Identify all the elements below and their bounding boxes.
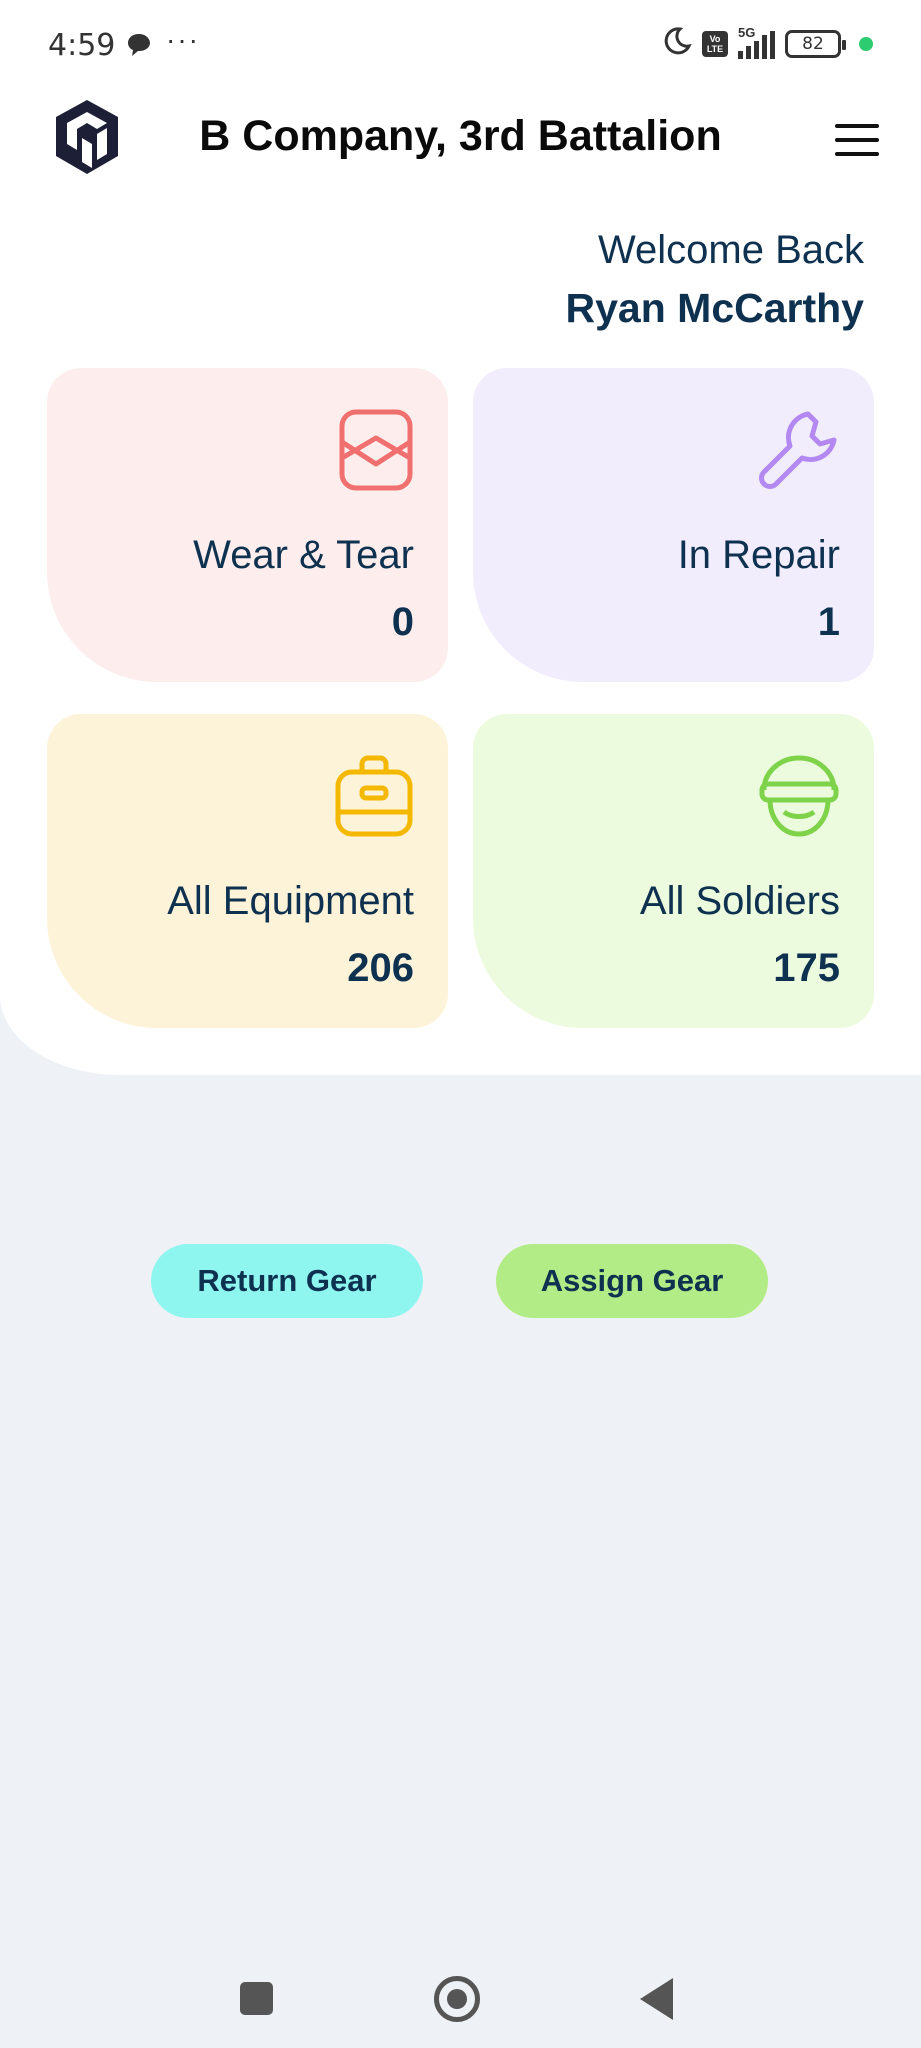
app-header: B Company, 3rd Battalion xyxy=(0,90,921,190)
helmet-icon xyxy=(758,754,840,843)
home-icon[interactable] xyxy=(434,1976,480,2022)
moon-icon xyxy=(662,26,692,61)
assign-gear-button[interactable]: Assign Gear xyxy=(496,1244,768,1318)
user-name: Ryan McCarthy xyxy=(565,285,864,331)
system-nav-bar xyxy=(0,1950,921,2048)
status-indicators: Vo LTE 5G 82 xyxy=(662,25,873,61)
card-in-repair[interactable]: In Repair 1 xyxy=(473,368,874,682)
card-count: 1 xyxy=(817,600,840,644)
signal-icon: 5G xyxy=(738,25,775,59)
battery-icon: 82 xyxy=(785,29,846,58)
dashboard-panel: B Company, 3rd Battalion Welcome Back Ry… xyxy=(0,90,921,1075)
recent-apps-icon[interactable] xyxy=(240,1982,273,2015)
wear-tear-icon xyxy=(338,408,414,497)
welcome-greeting: Welcome Back xyxy=(597,228,864,272)
card-label: All Soldiers xyxy=(639,879,840,923)
card-all-soldiers[interactable]: All Soldiers 175 xyxy=(473,714,874,1028)
menu-icon[interactable] xyxy=(835,124,879,156)
card-label: In Repair xyxy=(677,533,840,577)
page-title: B Company, 3rd Battalion xyxy=(199,112,722,160)
status-bar: 4:59 ··· Vo LTE 5G 82 xyxy=(0,0,921,90)
volte-icon: Vo LTE xyxy=(702,30,728,57)
card-label: Wear & Tear xyxy=(193,533,414,577)
card-wear-tear[interactable]: Wear & Tear 0 xyxy=(47,368,448,682)
briefcase-icon xyxy=(334,754,414,843)
network-type: 5G xyxy=(738,24,756,40)
wrench-icon xyxy=(756,408,840,497)
status-time: 4:59 xyxy=(48,28,116,63)
back-icon[interactable] xyxy=(640,1978,673,2020)
card-label: All Equipment xyxy=(167,879,414,923)
chat-icon xyxy=(126,32,152,63)
card-all-equipment[interactable]: All Equipment 206 xyxy=(47,714,448,1028)
card-count: 0 xyxy=(391,600,414,644)
more-notifications: ··· xyxy=(166,24,200,55)
card-count: 206 xyxy=(347,946,414,990)
card-count: 175 xyxy=(773,946,840,990)
welcome-block: Welcome Back Ryan McCarthy xyxy=(566,228,864,332)
privacy-dot xyxy=(859,36,873,51)
return-gear-button[interactable]: Return Gear xyxy=(151,1244,423,1318)
